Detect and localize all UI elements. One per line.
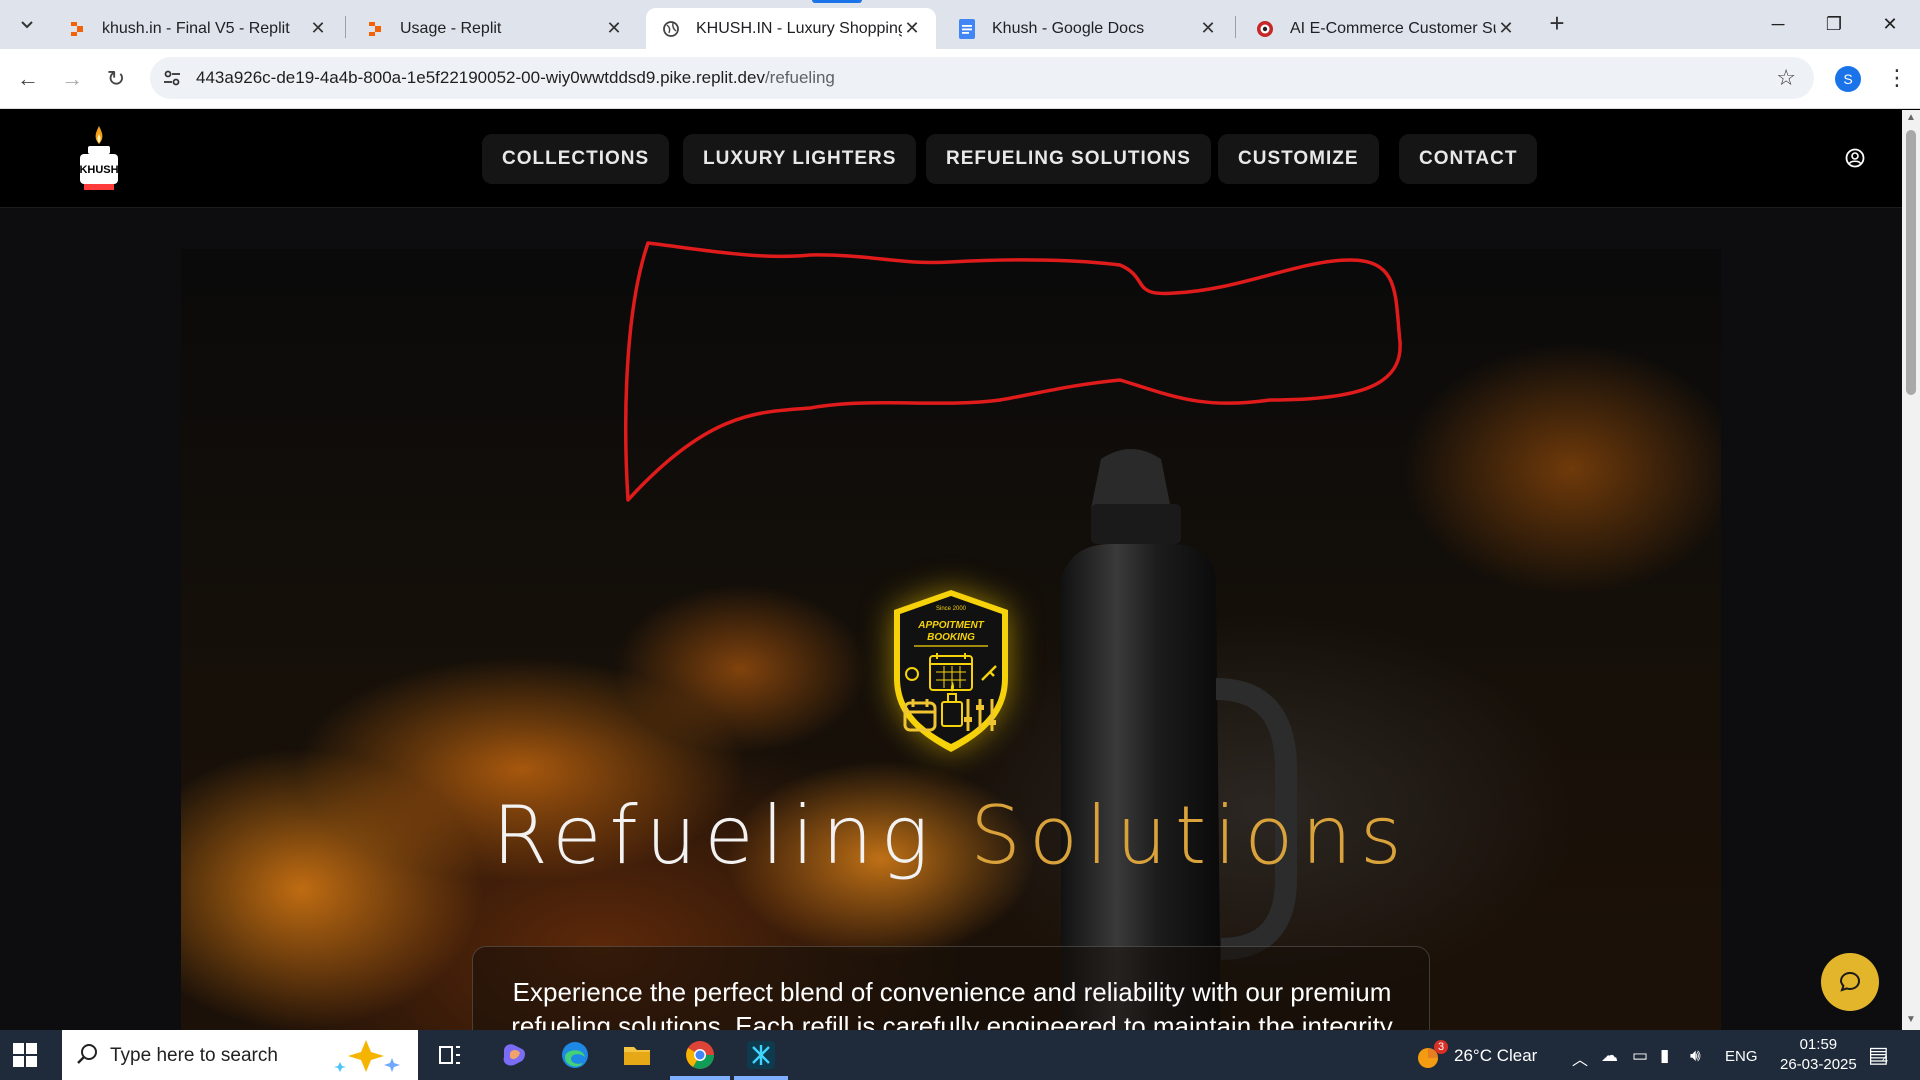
tab-title: AI E-Commerce Customer Supp	[1290, 19, 1496, 37]
page-viewport: KHUSH COLLECTIONS LUXURY LIGHTERS REFUEL…	[0, 110, 1902, 1030]
close-window-button[interactable]: ✕	[1870, 8, 1910, 40]
url-host: 443a926c-de19-4a4b-800a-1e5f22190052-00-…	[196, 68, 765, 87]
forward-button[interactable]: →	[56, 63, 88, 95]
page-title: Refueling Solutions	[181, 789, 1721, 882]
url-text: 443a926c-de19-4a4b-800a-1e5f22190052-00-…	[196, 68, 835, 88]
clock-time: 01:59	[1799, 1036, 1838, 1053]
sparkle-icon	[334, 1040, 400, 1072]
scroll-down-arrow[interactable]: ▼	[1905, 1014, 1917, 1025]
tab-replit-usage[interactable]: Usage - Replit ✕	[350, 8, 638, 49]
edge-icon[interactable]	[559, 1039, 591, 1071]
browser-tab-bar: khush.in - Final V5 - Replit ✕ Usage - R…	[0, 0, 1920, 49]
scroll-up-arrow[interactable]: ▲	[1905, 112, 1917, 123]
file-explorer-icon[interactable]	[621, 1039, 653, 1071]
browser-menu-icon[interactable]: ⋮	[1886, 64, 1908, 92]
notification-count: 4	[1882, 1054, 1889, 1066]
hero-section: Since 2000 APPOITMENT BOOKING Refueling …	[181, 249, 1721, 1030]
site-header: KHUSH COLLECTIONS LUXURY LIGHTERS REFUEL…	[0, 110, 1902, 208]
tray-overflow-icon[interactable]: ︿	[1572, 1046, 1588, 1070]
chevron-down-icon	[21, 21, 33, 29]
battery-icon[interactable]: ▮	[1660, 1046, 1669, 1066]
weather-text[interactable]: 26°C Clear	[1454, 1046, 1537, 1066]
url-path: /refueling	[764, 68, 835, 87]
user-icon[interactable]	[1845, 148, 1865, 168]
nav-luxury-lighters[interactable]: LUXURY LIGHTERS	[683, 134, 917, 184]
badge-line2-text: BOOKING	[927, 632, 975, 643]
tab-title: KHUSH.IN - Luxury Shopping Ex	[696, 19, 902, 37]
title-part-1: Refueling	[492, 789, 937, 882]
tab-separator	[345, 16, 346, 38]
nav-customize[interactable]: CUSTOMIZE	[1218, 134, 1379, 184]
calendar-icon[interactable]	[900, 695, 940, 735]
address-bar[interactable]: 443a926c-de19-4a4b-800a-1e5f22190052-00-…	[150, 57, 1814, 99]
badge-line1-text: APPOITMENT	[917, 620, 984, 631]
browser-toolbar: ← → ↻ 443a926c-de19-4a4b-800a-1e5f221900…	[0, 49, 1920, 109]
chrome-icon[interactable]	[684, 1039, 716, 1071]
bookmark-star-icon[interactable]: ☆	[1776, 65, 1796, 91]
onedrive-icon[interactable]: ☁	[1601, 1046, 1618, 1066]
ai-app-icon	[1256, 20, 1274, 38]
clock-date: 26-03-2025	[1780, 1056, 1857, 1073]
tab-search-button[interactable]	[12, 10, 42, 40]
replit-icon	[366, 20, 384, 38]
volume-icon[interactable]: 🔊︎	[1690, 1046, 1701, 1066]
close-icon[interactable]: ✕	[902, 18, 922, 39]
search-placeholder: Type here to search	[110, 1045, 278, 1066]
nav-refueling-solutions[interactable]: REFUELING SOLUTIONS	[926, 134, 1211, 184]
badge-since-text: Since 2000	[936, 606, 967, 612]
tab-ai-ecommerce[interactable]: AI E-Commerce Customer Supp ✕	[1240, 8, 1530, 49]
scroll-thumb[interactable]	[1906, 130, 1916, 395]
tab-replit-final[interactable]: khush.in - Final V5 - Replit ✕	[52, 8, 342, 49]
page-scrollbar[interactable]: ▲ ▼	[1902, 110, 1920, 1030]
title-part-2: Solutions	[970, 789, 1410, 882]
close-icon[interactable]: ✕	[308, 18, 328, 39]
search-icon	[77, 1044, 97, 1064]
tab-title: Khush - Google Docs	[992, 19, 1145, 37]
lighter-image	[1061, 449, 1297, 1030]
globe-icon	[662, 20, 680, 38]
app-active-indicator	[734, 1076, 788, 1080]
tab-title: khush.in - Final V5 - Replit	[102, 19, 290, 37]
site-settings-icon[interactable]	[162, 68, 182, 88]
chat-button[interactable]	[1821, 953, 1879, 1011]
windows-start-icon[interactable]	[12, 1042, 38, 1068]
close-icon[interactable]: ✕	[1198, 18, 1218, 39]
weather-badge: 3	[1434, 1040, 1448, 1054]
taskbar-search-box[interactable]: Type here to search	[62, 1030, 418, 1080]
nav-contact[interactable]: CONTACT	[1399, 134, 1538, 184]
profile-avatar[interactable]: S	[1835, 66, 1861, 92]
hero-description: Experience the perfect blend of convenie…	[511, 977, 1393, 1030]
back-button[interactable]: ←	[12, 63, 44, 95]
notification-icon[interactable]: ▤ 4	[1868, 1042, 1889, 1068]
replit-icon	[68, 20, 86, 38]
system-clock[interactable]: 01:59 26-03-2025	[1780, 1035, 1857, 1075]
close-icon[interactable]: ✕	[1496, 18, 1516, 39]
new-tab-button[interactable]: +	[1543, 10, 1571, 38]
tab-khush-shop[interactable]: KHUSH.IN - Luxury Shopping Ex ✕	[646, 8, 936, 49]
tab-title: Usage - Replit	[400, 19, 502, 37]
language-indicator[interactable]: ENG	[1725, 1048, 1758, 1065]
task-view-icon[interactable]	[434, 1039, 466, 1071]
logo-text: KHUSH	[79, 164, 118, 176]
restore-button[interactable]: ❐	[1814, 8, 1854, 40]
chrome-active-indicator	[670, 1076, 730, 1080]
khush-logo[interactable]: KHUSH	[72, 124, 126, 196]
reload-button[interactable]: ↻	[100, 63, 132, 95]
nav-collections[interactable]: COLLECTIONS	[482, 134, 670, 184]
tab-separator	[1235, 16, 1236, 38]
meet-now-icon[interactable]: ▭	[1632, 1046, 1648, 1066]
copilot-icon[interactable]	[498, 1039, 530, 1071]
tab-google-docs[interactable]: Khush - Google Docs ✕	[942, 8, 1232, 49]
screen: khush.in - Final V5 - Replit ✕ Usage - R…	[0, 0, 1920, 1080]
app-icon[interactable]	[745, 1039, 777, 1071]
chat-icon	[1839, 971, 1861, 992]
minimize-button[interactable]: ─	[1758, 8, 1798, 40]
windows-taskbar: Type here to search 3 26°C Clear ︿ ☁ ▭ ▮…	[0, 1030, 1920, 1080]
close-icon[interactable]: ✕	[604, 18, 624, 39]
sliders-icon[interactable]	[960, 695, 1000, 735]
active-tab-indicator	[812, 0, 862, 3]
google-docs-icon	[958, 18, 976, 39]
description-card: Experience the perfect blend of convenie…	[472, 946, 1430, 1030]
